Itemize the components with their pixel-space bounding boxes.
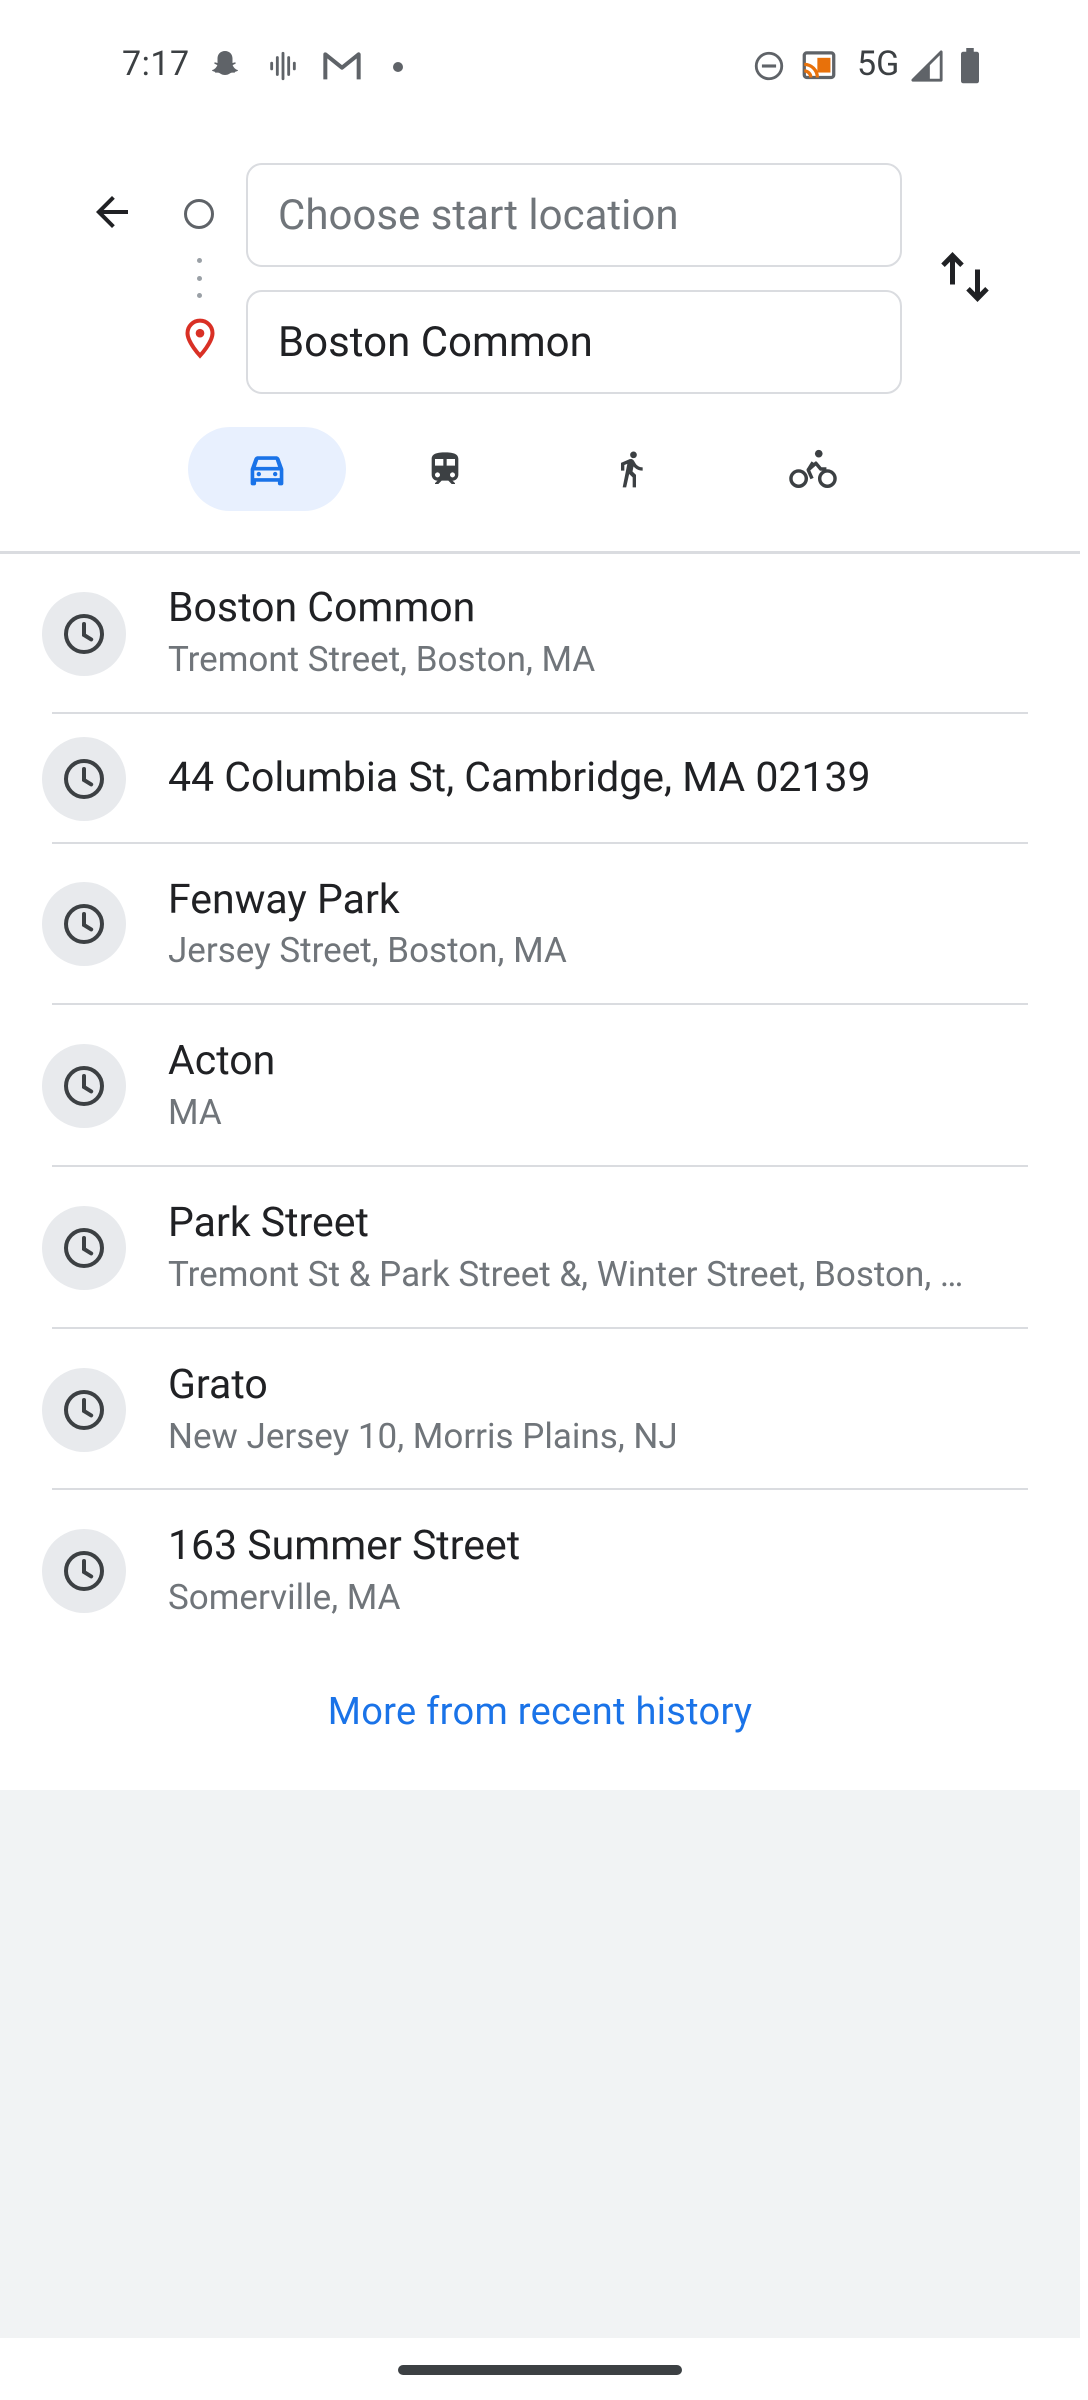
status-time: 7:17 [122,44,190,84]
mode-drive-tab[interactable] [188,427,346,511]
signal-icon [910,48,944,88]
empty-background [0,1790,1080,2338]
voice-icon [266,48,300,88]
walk-icon [621,451,643,488]
mode-walk-tab[interactable] [552,427,710,511]
history-clock-icon [42,1206,126,1290]
history-clock-icon [42,1044,126,1128]
list-item[interactable]: 44 Columbia St, Cambridge, MA 02139 [0,714,1080,844]
history-clock-icon [42,737,126,821]
dnd-icon [752,48,786,88]
history-clock-icon [42,1529,126,1613]
list-item[interactable]: Park Street Tremont St & Park Street &, … [0,1167,1080,1329]
status-bar: 7:17 5G [0,0,1080,135]
mode-transit-tab[interactable] [366,427,524,511]
back-button[interactable] [80,180,144,244]
car-icon [250,456,284,486]
item-subtitle: MA [168,1092,222,1133]
history-clock-icon [42,592,126,676]
swap-button[interactable] [935,244,995,310]
gesture-nav-handle[interactable] [398,2365,682,2375]
bike-icon [789,449,837,488]
start-location-input[interactable]: Choose start location [246,163,902,267]
history-clock-icon [42,882,126,966]
item-title: 163 Summer Street [168,1522,521,1570]
recent-history-list: Boston Common Tremont Street, Boston, MA… [0,554,1080,1650]
screen-edge [1080,0,1088,2400]
route-dots-icon [197,258,203,298]
more-from-history-link[interactable]: More from recent history [0,1690,1080,1734]
swap-vertical-icon [941,252,989,302]
item-title: 44 Columbia St, Cambridge, MA 02139 [168,754,871,802]
gmail-icon [322,48,362,88]
battery-icon [958,48,982,88]
start-point-icon [184,199,214,229]
item-subtitle: Somerville, MA [168,1577,401,1618]
network-type: 5G [857,44,900,84]
item-subtitle: Jersey Street, Boston, MA [168,930,567,971]
directions-screen: 7:17 5G Choose start location Boston Com… [0,0,1080,2400]
list-item[interactable]: Fenway Park Jersey Street, Boston, MA [0,844,1080,1005]
list-item[interactable]: 163 Summer Street Somerville, MA [0,1490,1080,1650]
list-item[interactable]: Boston Common Tremont Street, Boston, MA [0,554,1080,714]
item-title: Park Street [168,1199,369,1247]
item-subtitle: Tremont Street, Boston, MA [168,639,596,680]
item-title: Boston Common [168,584,476,632]
item-title: Fenway Park [168,876,400,924]
train-icon [431,452,459,484]
item-title: Acton [168,1037,276,1085]
list-item[interactable]: Grato New Jersey 10, Morris Plains, NJ [0,1329,1080,1490]
history-clock-icon [42,1368,126,1452]
dot-icon [392,58,404,77]
cast-icon [799,48,839,88]
back-arrow-icon [96,196,128,228]
item-title: Grato [168,1361,268,1409]
destination-input[interactable]: Boston Common [246,290,902,394]
destination-pin-icon [180,317,220,365]
item-subtitle: Tremont St & Park Street &, Winter Stree… [168,1254,964,1295]
item-subtitle: New Jersey 10, Morris Plains, NJ [168,1416,678,1457]
mode-bike-tab[interactable] [734,427,892,511]
snapchat-icon [207,48,243,88]
list-item[interactable]: Acton MA [0,1005,1080,1167]
